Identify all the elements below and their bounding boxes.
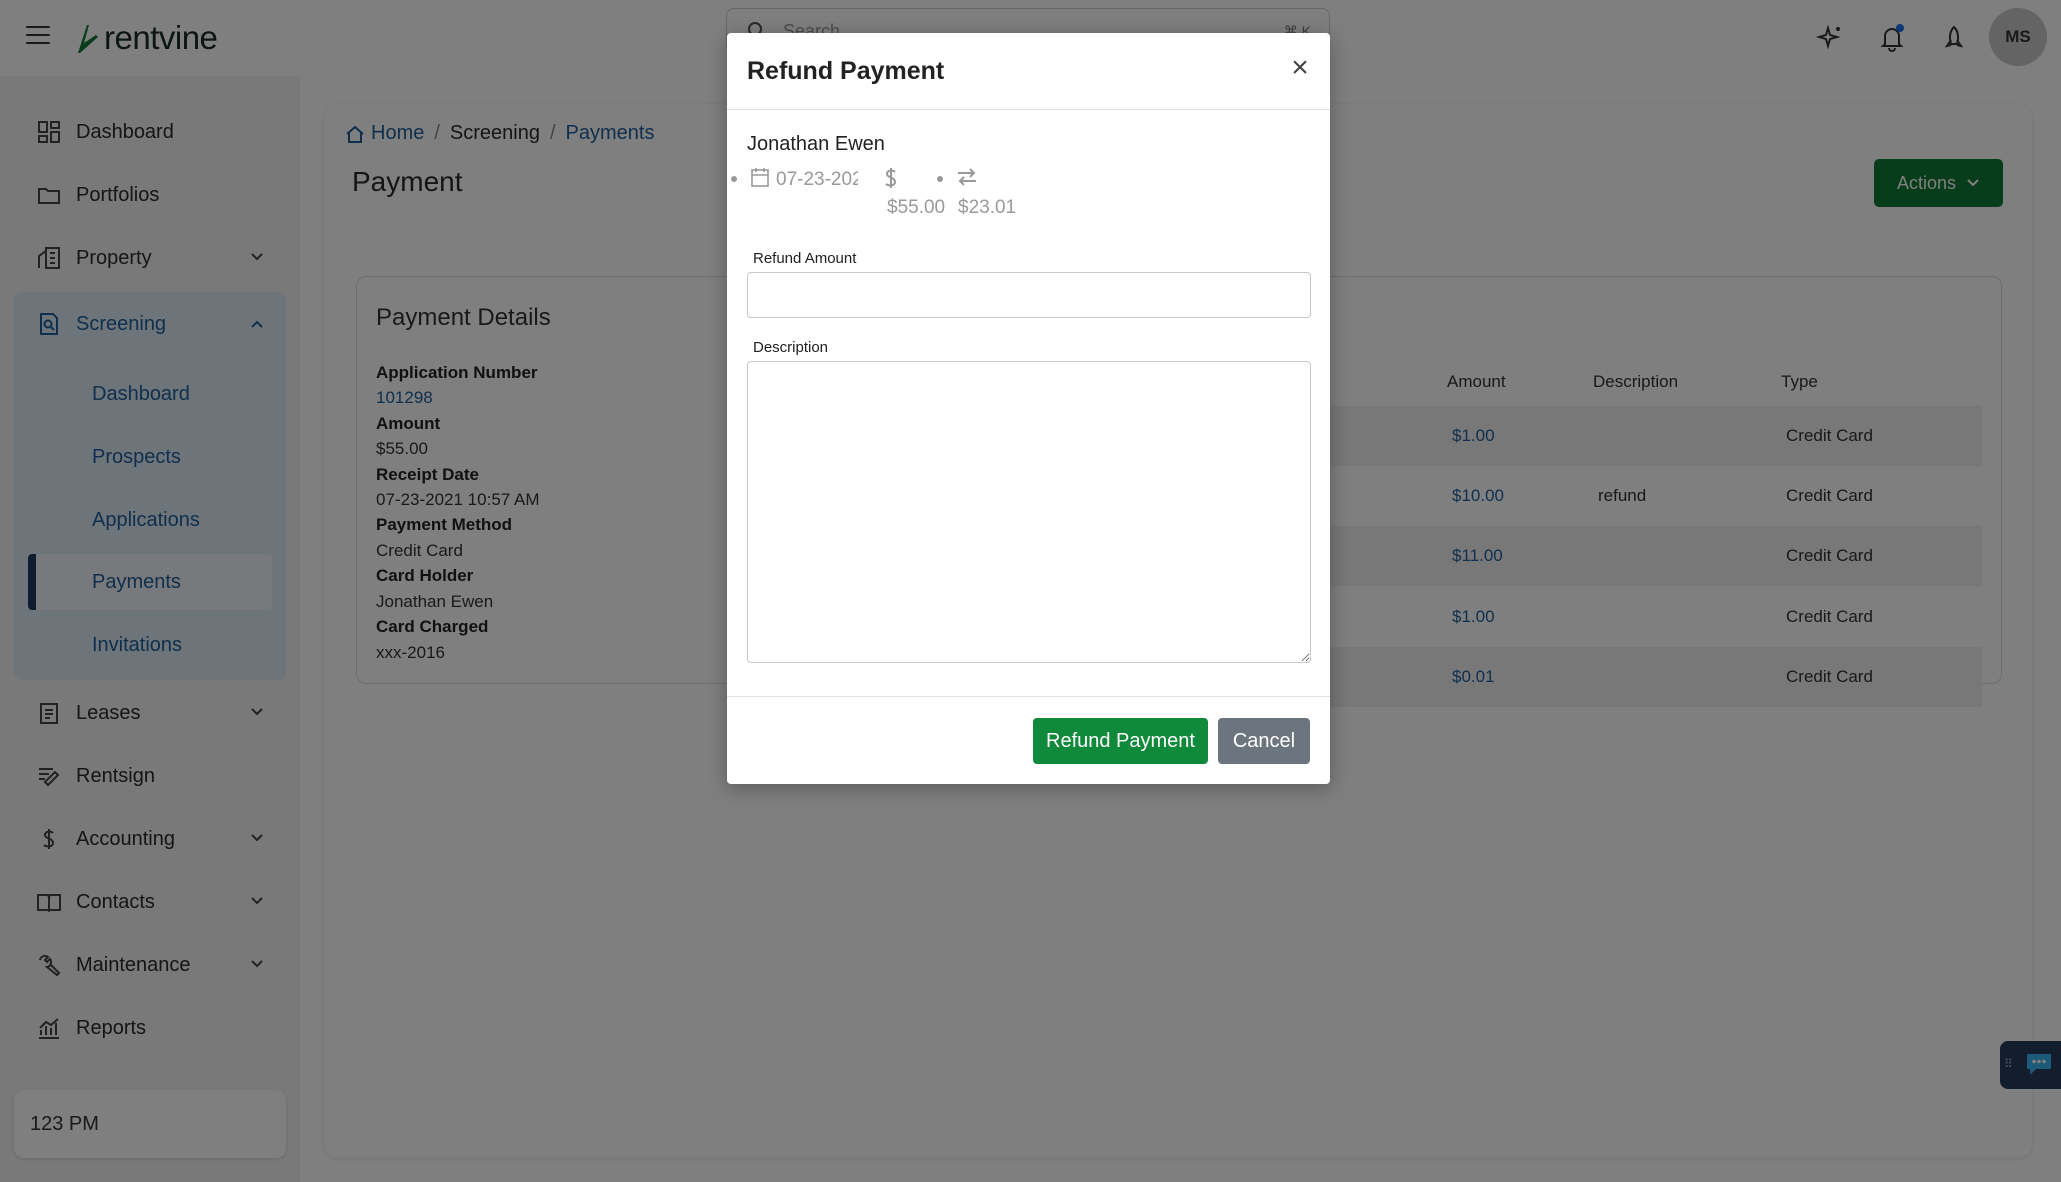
modal-header-divider [727,109,1330,110]
close-icon[interactable]: × [1287,53,1313,83]
payment-amount: $55.00 [887,197,946,218]
description-textarea[interactable] [747,361,1311,663]
payer-name: Jonathan Ewen [747,133,885,155]
description-label: Description [753,339,829,356]
cancel-button[interactable]: Cancel [1218,718,1310,764]
modal-title: Refund Payment [747,57,945,85]
bullet [937,176,943,182]
refund-amount-label: Refund Amount [753,250,857,267]
modal-footer-divider [727,696,1330,697]
bullet [731,176,737,182]
refund-payment-button[interactable]: Refund Payment [1033,718,1208,764]
transfer-icon [958,168,976,186]
dollar-icon [885,168,897,188]
payment-date: 07-23-2021 [776,169,858,190]
calendar-icon [751,168,769,187]
refunded-amount: $23.01 [958,197,1017,218]
refund-payment-modal: Refund Payment × Jonathan Ewen 07-23-202… [727,33,1330,784]
refund-amount-input[interactable] [747,272,1311,318]
